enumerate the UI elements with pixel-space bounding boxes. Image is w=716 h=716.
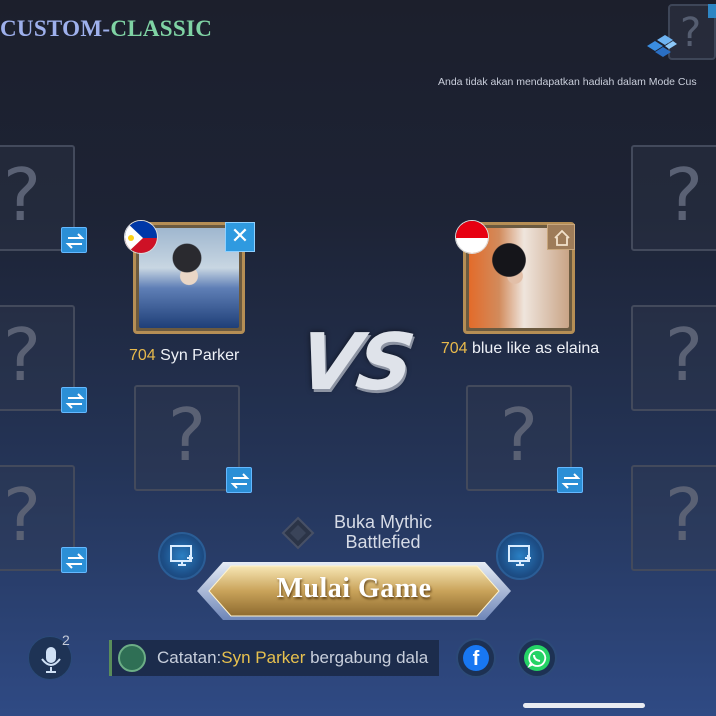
swap-arrows-icon xyxy=(65,393,85,409)
start-game-button[interactable]: Mulai Game xyxy=(195,558,513,624)
question-mark-icon: ? xyxy=(680,10,702,56)
kick-player-button[interactable]: ✕ xyxy=(225,222,255,252)
swap-button[interactable] xyxy=(226,467,252,493)
swap-arrows-icon xyxy=(65,553,85,569)
empty-slot-left-center[interactable]: ? xyxy=(134,385,240,491)
question-mark-icon: ? xyxy=(664,313,704,397)
philippines-flag-icon xyxy=(124,220,158,254)
spectator-swap-badge[interactable] xyxy=(708,4,716,18)
swap-arrows-icon xyxy=(561,473,581,489)
swap-button[interactable] xyxy=(61,547,87,573)
indonesia-flag-icon xyxy=(455,220,489,254)
player-name-right: 704 blue like as elaina xyxy=(440,340,600,357)
mode-title-custom: CUSTOM xyxy=(0,16,103,41)
start-game-label: Mulai Game xyxy=(276,573,432,604)
empty-slot-right-1[interactable]: ? xyxy=(631,145,716,251)
swap-button[interactable] xyxy=(61,387,87,413)
player-level: 704 xyxy=(440,340,468,357)
question-mark-icon: ? xyxy=(664,153,704,237)
player-name: Syn Parker xyxy=(160,347,240,364)
swap-arrows-icon xyxy=(230,473,250,489)
mode-title: CUSTOM-CLASSIC xyxy=(0,16,212,42)
swap-button[interactable] xyxy=(557,467,583,493)
question-mark-icon: ? xyxy=(664,473,704,557)
close-icon: ✕ xyxy=(230,224,250,249)
empty-slot-right-2[interactable]: ? xyxy=(631,305,716,411)
question-mark-icon: ? xyxy=(2,313,42,397)
chat-player-name: Syn Parker xyxy=(221,648,306,667)
room-host-badge xyxy=(547,224,575,250)
whatsapp-share-button[interactable] xyxy=(517,638,557,678)
diamond-cubes-icon[interactable] xyxy=(643,32,679,62)
player-level: 704 xyxy=(129,347,156,364)
no-reward-notice: Anda tidak akan mendapatkan hadiah dalam… xyxy=(438,76,697,88)
mic-count: 2 xyxy=(62,632,70,648)
home-icon xyxy=(554,229,570,246)
player-name: blue like as elaina xyxy=(471,340,600,357)
chat-message-text: bergabung dala xyxy=(305,648,429,667)
player-name-left: 704 Syn Parker xyxy=(129,347,239,365)
question-mark-icon: ? xyxy=(167,393,207,477)
chat-bubble-icon xyxy=(118,644,146,672)
mode-title-classic: CLASSIC xyxy=(110,16,213,41)
swap-arrows-icon xyxy=(65,233,85,249)
whatsapp-icon xyxy=(524,645,550,671)
home-indicator[interactable] xyxy=(523,703,645,708)
swap-button[interactable] xyxy=(61,227,87,253)
vs-label: VS xyxy=(293,318,417,408)
facebook-share-button[interactable]: f xyxy=(456,638,496,678)
facebook-icon: f xyxy=(463,645,489,671)
question-mark-icon: ? xyxy=(499,393,539,477)
mythic-battlefield-label[interactable]: Buka Mythic Battlefied xyxy=(318,512,448,552)
empty-slot-right-3[interactable]: ? xyxy=(631,465,716,571)
chat-log[interactable]: Catatan:Syn Parker bergabung dala xyxy=(109,640,439,676)
chat-message: Catatan:Syn Parker bergabung dala xyxy=(157,648,428,668)
chat-prefix: Catatan: xyxy=(157,648,222,667)
question-mark-icon: ? xyxy=(2,153,42,237)
mythic-battlefield-icon[interactable] xyxy=(281,516,315,550)
question-mark-icon: ? xyxy=(2,473,42,557)
